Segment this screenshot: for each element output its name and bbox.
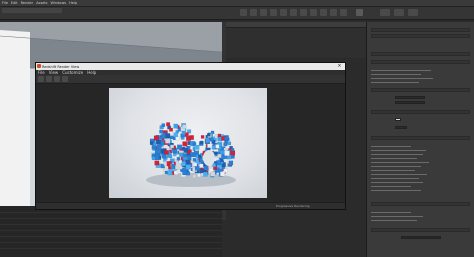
render-view-statusbar: Progressive Rendering: [36, 202, 345, 209]
shelf-tool-icon[interactable]: [408, 9, 418, 16]
param-tab-bar[interactable]: [371, 52, 470, 56]
shelf-tool-icon[interactable]: [330, 9, 337, 16]
menu-item-edit[interactable]: Edit: [11, 1, 18, 5]
param-slider[interactable]: [401, 236, 441, 239]
shelf-tool-icon[interactable]: [310, 9, 317, 16]
shelf-tool-icon[interactable]: [356, 9, 363, 16]
shelf-tool-icon[interactable]: [260, 9, 267, 16]
param-section[interactable]: [371, 88, 470, 92]
param-path-bar[interactable]: [371, 34, 470, 38]
param-checkbox[interactable]: [395, 118, 401, 121]
parameter-pane: [366, 22, 474, 257]
shelf-tool-icon[interactable]: [300, 9, 307, 16]
param-header: [371, 28, 470, 32]
render-start-icon[interactable]: [38, 76, 44, 82]
render-view-window: Redshift Render View × File View Customi…: [35, 62, 346, 210]
shelf-tool-icon[interactable]: [380, 9, 390, 16]
app-logo-icon: [37, 64, 41, 68]
param-field[interactable]: [395, 96, 425, 99]
menu-item-assets[interactable]: Assets: [36, 1, 47, 5]
shelf-tool-icon[interactable]: [340, 9, 347, 16]
render-view-titlebar[interactable]: Redshift Render View ×: [36, 63, 345, 70]
status-text: Progressive Rendering: [276, 204, 310, 208]
param-section[interactable]: [371, 228, 470, 232]
param-tab-bar[interactable]: [371, 60, 470, 64]
render-view-toolbar[interactable]: [36, 75, 345, 84]
menu-item-help[interactable]: Help: [69, 1, 77, 5]
timeline-panel[interactable]: [0, 206, 222, 257]
shelf-tool-icon[interactable]: [240, 9, 247, 16]
shelf-tool-icon[interactable]: [250, 9, 257, 16]
shelf-tool-icon[interactable]: [320, 9, 327, 16]
aov-icon[interactable]: [62, 76, 68, 82]
menu-item-windows[interactable]: Windows: [51, 1, 67, 5]
param-section[interactable]: [371, 110, 470, 114]
close-icon[interactable]: ×: [337, 64, 342, 69]
network-editor-toolbar[interactable]: [226, 22, 366, 28]
param-section[interactable]: [371, 136, 470, 140]
shelf-tool-icon[interactable]: [290, 9, 297, 16]
render-view-title: Redshift Render View: [42, 64, 80, 69]
param-section[interactable]: [371, 202, 470, 206]
menu-item-render[interactable]: Render: [21, 1, 33, 5]
shelf-toolbar: [0, 7, 474, 20]
voxel-sculpture: [146, 122, 236, 187]
shelf-tool-icon[interactable]: [394, 9, 404, 16]
menu-item-file[interactable]: File: [2, 1, 8, 5]
render-stop-icon[interactable]: [46, 76, 52, 82]
main-menubar: File Edit Render Assets Windows Help: [0, 0, 474, 7]
param-field[interactable]: [395, 126, 407, 129]
shelf-tabs[interactable]: [2, 8, 62, 13]
shelf-tool-icon[interactable]: [270, 9, 277, 16]
render-output-image: [109, 88, 267, 198]
param-field[interactable]: [395, 101, 425, 104]
snapshot-icon[interactable]: [54, 76, 60, 82]
shelf-tool-icon[interactable]: [280, 9, 287, 16]
